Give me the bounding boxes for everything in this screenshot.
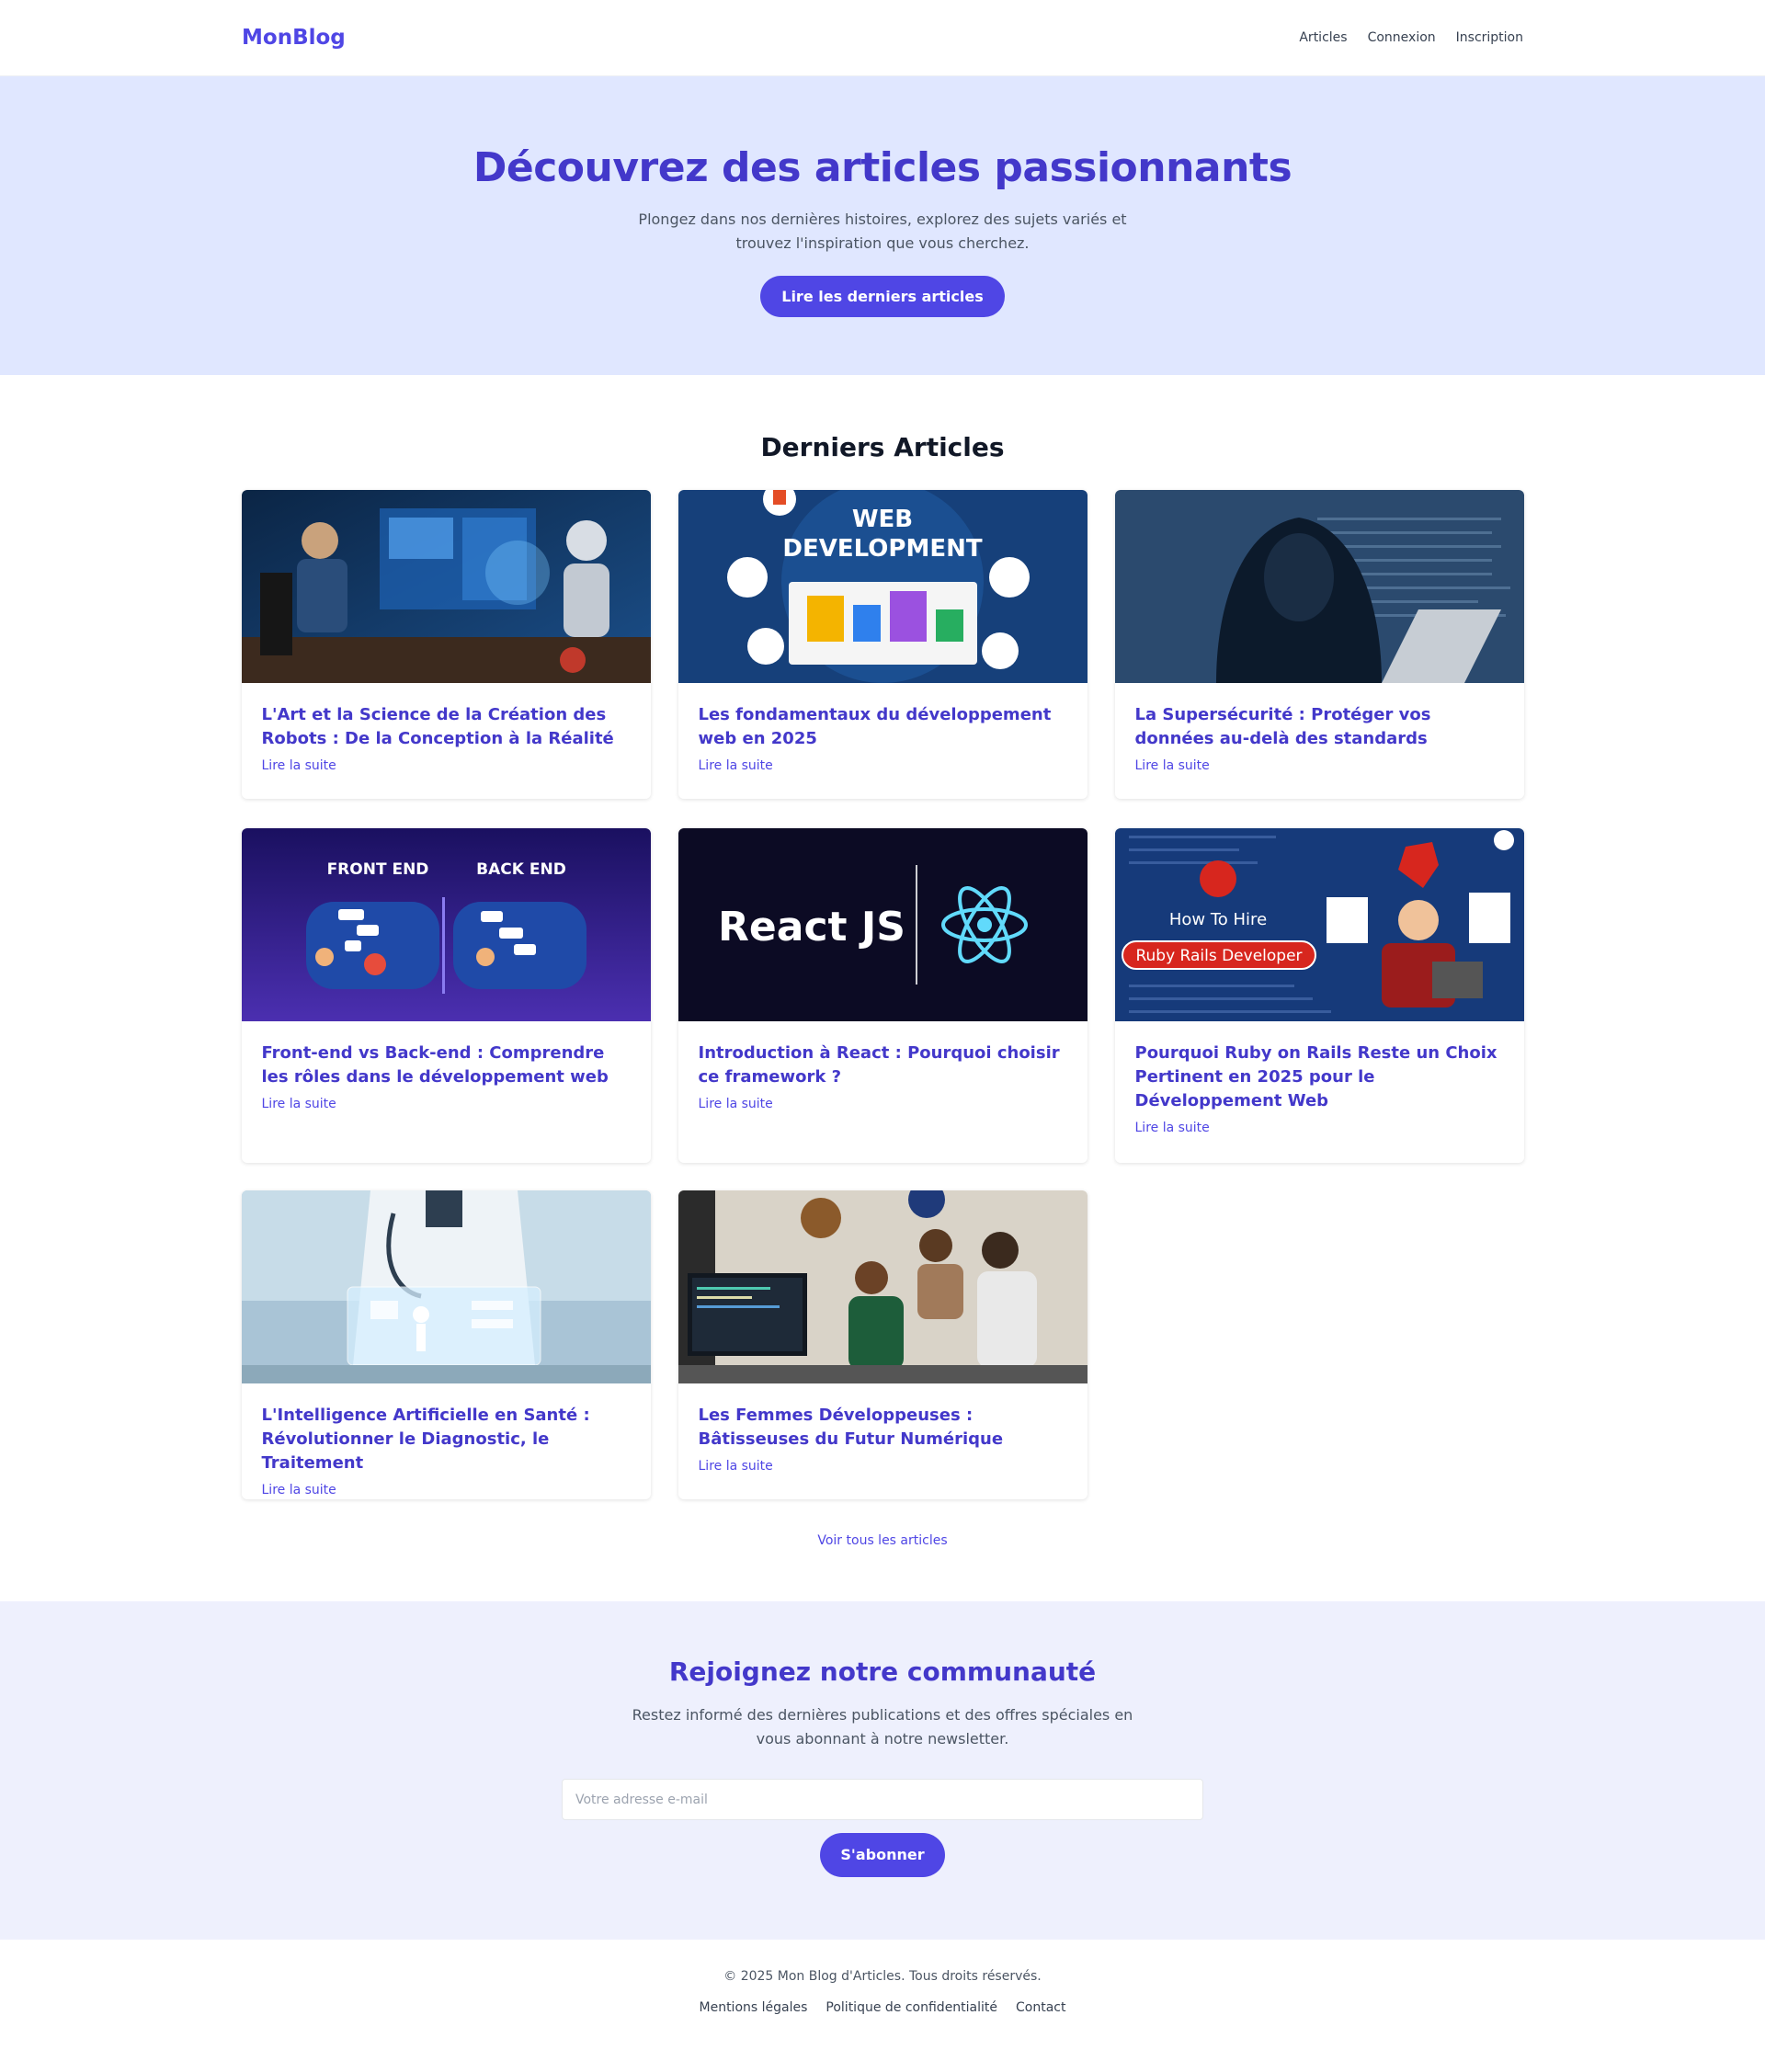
- read-more-link[interactable]: Lire la suite: [699, 1459, 1067, 1474]
- frontend-backend-image: FRONT END BACK END: [241, 828, 651, 1021]
- article-title[interactable]: Front-end vs Back-end : Comprendre les r…: [262, 1042, 631, 1089]
- women-developers-image: [678, 1190, 1087, 1383]
- image-text: BACK END: [476, 860, 566, 879]
- footer-link-contact[interactable]: Contact: [1016, 2000, 1065, 2015]
- image-text: Ruby Rails Developer: [1135, 947, 1302, 965]
- read-more-link[interactable]: Lire la suite: [262, 1097, 631, 1111]
- card-body: Front-end vs Back-end : Comprendre les r…: [242, 1021, 651, 1132]
- image-text: FRONT END: [326, 860, 428, 879]
- nav-link-articles[interactable]: Articles: [1299, 30, 1347, 45]
- latest-articles-section: Derniers Articles L'Art et la Science de…: [0, 375, 1765, 1601]
- card-body: Les Femmes Développeuses : Bâtisseuses d…: [678, 1383, 1087, 1494]
- article-card[interactable]: React JS Introduction à React : Pourquoi…: [678, 828, 1087, 1163]
- image-text: How To Hire: [1168, 910, 1266, 929]
- newsletter-title: Rejoignez notre communauté: [668, 1656, 1097, 1687]
- image-text: React JS: [718, 904, 905, 951]
- footer-link-privacy[interactable]: Politique de confidentialité: [826, 2000, 997, 2015]
- read-more-link[interactable]: Lire la suite: [699, 1097, 1067, 1111]
- robot-workspace-image: [241, 490, 651, 683]
- see-all-articles-link[interactable]: Voir tous les articles: [817, 1533, 947, 1548]
- newsletter-section: Rejoignez notre communauté Restez inform…: [0, 1601, 1765, 1940]
- email-input[interactable]: [562, 1779, 1203, 1820]
- image-text: WEB: [851, 506, 912, 533]
- article-grid: L'Art et la Science de la Création des R…: [241, 490, 1524, 1548]
- read-more-link[interactable]: Lire la suite: [1135, 758, 1504, 773]
- subscribe-button[interactable]: S'abonner: [820, 1833, 945, 1877]
- hooded-hacker-image: [1114, 490, 1524, 683]
- card-body: La Supersécurité : Protéger vos données …: [1115, 683, 1524, 793]
- ai-health-image: [241, 1190, 651, 1383]
- article-card[interactable]: L'Intelligence Artificielle en Santé : R…: [241, 1190, 651, 1499]
- card-body: L'Art et la Science de la Création des R…: [242, 683, 651, 793]
- article-title[interactable]: L'Intelligence Artificielle en Santé : R…: [262, 1404, 631, 1475]
- site-logo[interactable]: MonBlog: [242, 26, 346, 50]
- read-more-link[interactable]: Lire la suite: [1135, 1121, 1504, 1135]
- card-body: Introduction à React : Pourquoi choisir …: [678, 1021, 1087, 1132]
- top-navbar: MonBlog Articles Connexion Inscription: [0, 0, 1765, 76]
- hero-section: Découvrez des articles passionnants Plon…: [0, 76, 1765, 375]
- copyright-text: © 2025 Mon Blog d'Articles. Tous droits …: [723, 1969, 1042, 1984]
- footer-links: Mentions légales Politique de confidenti…: [0, 2000, 1765, 2015]
- newsletter-text: Restez informé des dernières publication…: [632, 1706, 1133, 1748]
- read-more-link[interactable]: Lire la suite: [699, 758, 1067, 773]
- footer-link-legal[interactable]: Mentions légales: [700, 2000, 808, 2015]
- nav-link-inscription[interactable]: Inscription: [1456, 30, 1523, 45]
- read-more-link[interactable]: Lire la suite: [262, 758, 631, 773]
- article-card[interactable]: How To Hire Ruby Rails Developer Pourquo…: [1114, 828, 1524, 1163]
- article-card[interactable]: FRONT END BACK END Front-end vs Back-end…: [241, 828, 651, 1163]
- read-latest-button[interactable]: Lire les derniers articles: [760, 276, 1005, 317]
- card-body: Les fondamentaux du développement web en…: [678, 683, 1087, 793]
- hero-subtitle: Plongez dans nos dernières histoires, ex…: [638, 211, 1127, 252]
- article-title[interactable]: Pourquoi Ruby on Rails Reste un Choix Pe…: [1135, 1042, 1504, 1113]
- card-body: Pourquoi Ruby on Rails Reste un Choix Pe…: [1115, 1021, 1524, 1156]
- nav-link-connexion[interactable]: Connexion: [1368, 30, 1436, 45]
- article-card[interactable]: L'Art et la Science de la Création des R…: [241, 490, 651, 799]
- article-title[interactable]: L'Art et la Science de la Création des R…: [262, 703, 631, 751]
- card-body: L'Intelligence Artificielle en Santé : R…: [242, 1383, 651, 1499]
- web-development-image: WEB DEVELOPMENT: [678, 490, 1087, 683]
- article-title[interactable]: Les Femmes Développeuses : Bâtisseuses d…: [699, 1404, 1067, 1452]
- ruby-rails-image: How To Hire Ruby Rails Developer: [1114, 828, 1524, 1021]
- react-logo-image: React JS: [678, 828, 1087, 1021]
- article-title[interactable]: Les fondamentaux du développement web en…: [699, 703, 1067, 751]
- article-title[interactable]: La Supersécurité : Protéger vos données …: [1135, 703, 1504, 751]
- article-card[interactable]: Les Femmes Développeuses : Bâtisseuses d…: [678, 1190, 1087, 1499]
- image-text: DEVELOPMENT: [782, 535, 982, 563]
- nav-links: Articles Connexion Inscription: [1299, 30, 1523, 45]
- hero-title: Découvrez des articles passionnants: [473, 144, 1292, 191]
- article-title[interactable]: Introduction à React : Pourquoi choisir …: [699, 1042, 1067, 1089]
- footer: © 2025 Mon Blog d'Articles. Tous droits …: [0, 1940, 1765, 2015]
- article-card[interactable]: WEB DEVELOPMENT Les fondamentaux du déve…: [678, 490, 1087, 799]
- section-heading: Derniers Articles: [760, 432, 1005, 462]
- read-more-link[interactable]: Lire la suite: [262, 1483, 631, 1497]
- article-card[interactable]: La Supersécurité : Protéger vos données …: [1114, 490, 1524, 799]
- see-all-wrapper: Voir tous les articles: [242, 1531, 1524, 1548]
